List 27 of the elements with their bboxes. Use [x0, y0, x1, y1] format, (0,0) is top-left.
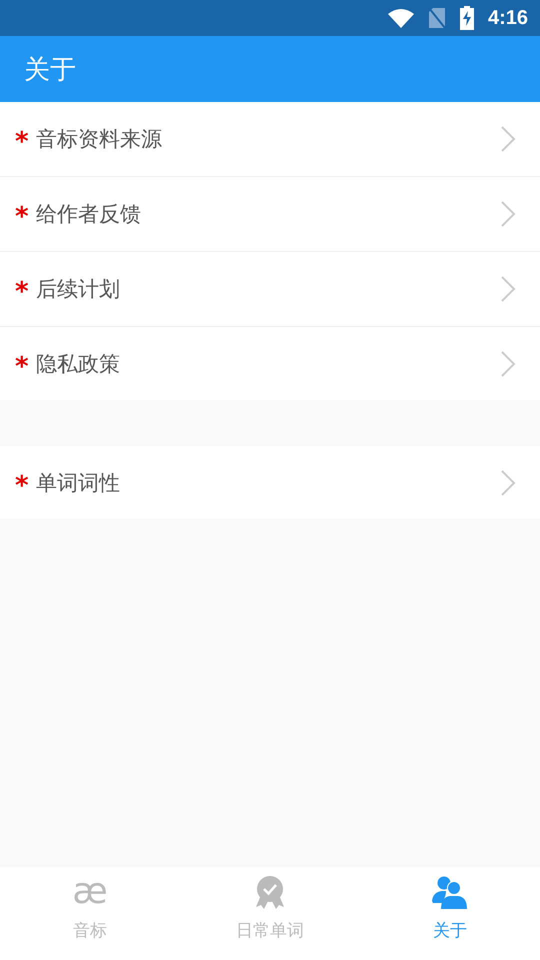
users-icon [432, 875, 468, 911]
item-label: 音标资料来源 [36, 126, 163, 153]
ae-glyph-icon: æ [72, 875, 108, 911]
asterisk-marker: * [15, 202, 30, 232]
item-label: 隐私政策 [36, 350, 121, 378]
list-item[interactable]: * 隐私政策 [0, 327, 540, 400]
asterisk-marker: * [15, 470, 30, 500]
chevron-right-icon [500, 350, 516, 378]
item-label: 单词词性 [36, 470, 121, 496]
list-item[interactable]: * 给作者反馈 [0, 177, 540, 252]
page-title: 关于 [24, 54, 76, 86]
item-label: 后续计划 [36, 276, 121, 303]
list-item[interactable]: * 音标资料来源 [0, 102, 540, 177]
no-sim-icon [428, 7, 446, 29]
asterisk-marker: * [15, 127, 30, 157]
chevron-right-icon [500, 200, 516, 228]
asterisk-marker: * [15, 352, 30, 382]
item-label: 给作者反馈 [36, 201, 142, 228]
list-item[interactable]: * 单词词性 [0, 446, 540, 519]
list-item[interactable]: * 后续计划 [0, 252, 540, 327]
chevron-right-icon [500, 125, 516, 153]
status-time: 4:16 [488, 6, 528, 30]
chevron-right-icon [500, 468, 516, 496]
wifi-icon [388, 8, 414, 28]
asterisk-marker: * [15, 277, 30, 307]
chevron-right-icon [500, 275, 516, 303]
battery-charging-icon [460, 6, 474, 30]
